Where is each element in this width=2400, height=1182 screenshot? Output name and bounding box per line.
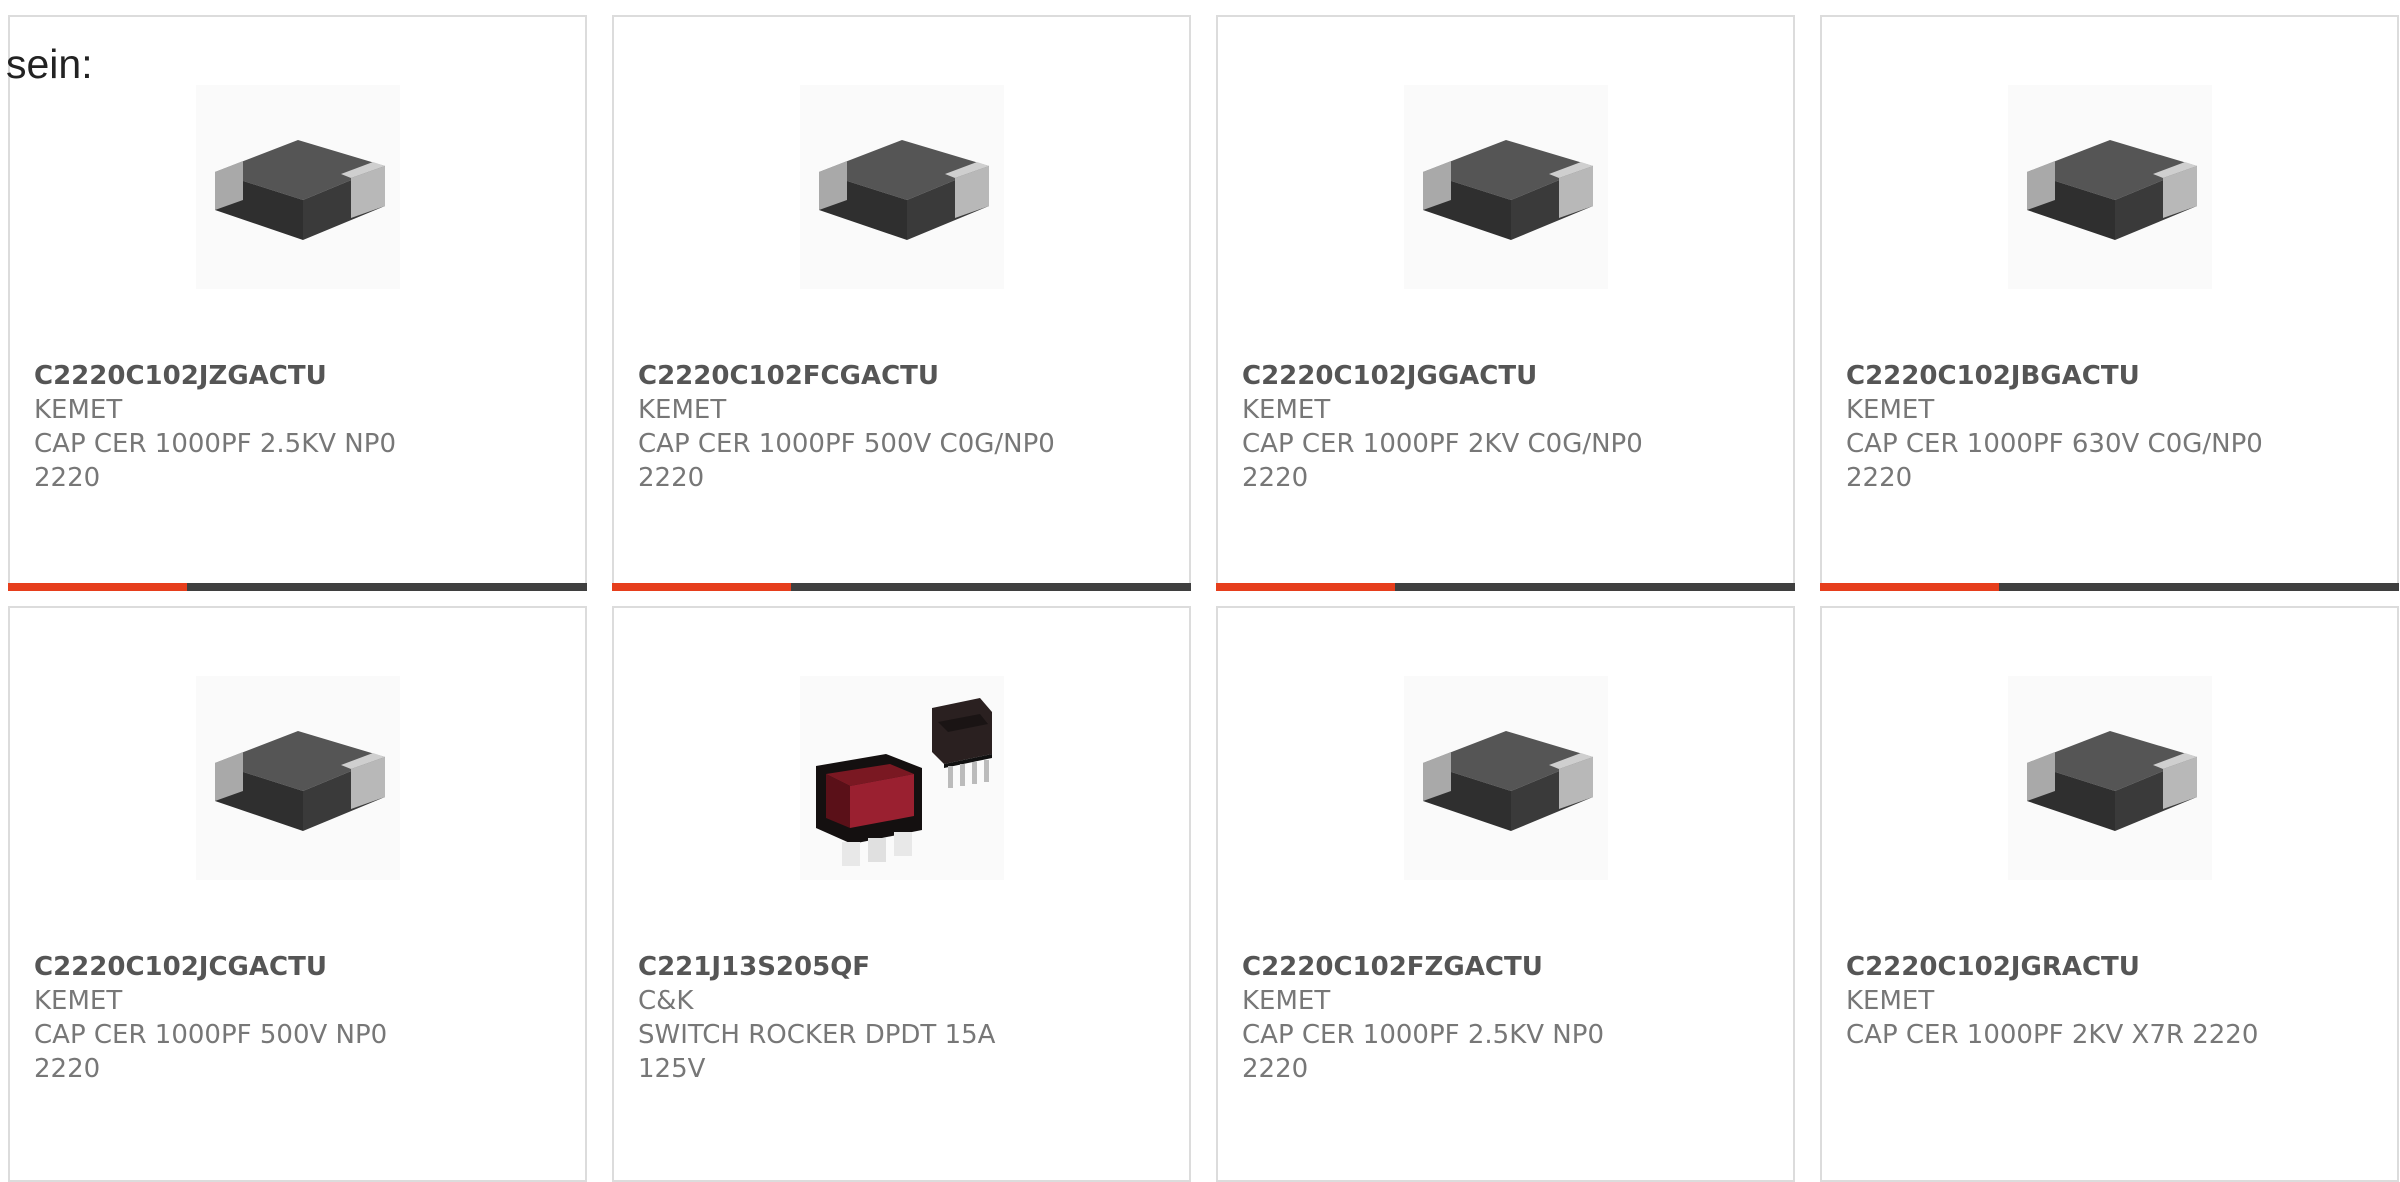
product-image <box>196 676 400 880</box>
ceramic-capacitor-icon <box>215 140 385 240</box>
manufacturer: KEMET <box>1846 986 1935 1016</box>
manufacturer: KEMET <box>1242 986 1331 1016</box>
progress-fill <box>612 583 792 591</box>
manufacturer: KEMET <box>34 986 123 1016</box>
product-image <box>1404 676 1608 880</box>
part-number: C2220C102FCGACTU <box>638 361 940 391</box>
manufacturer: KEMET <box>1242 395 1331 425</box>
part-number: C2220C102JZGACTU <box>34 361 327 391</box>
manufacturer: KEMET <box>34 395 123 425</box>
product-image <box>196 85 400 289</box>
manufacturer: C&K <box>638 986 694 1016</box>
progress-bar <box>1216 583 1795 591</box>
manufacturer: KEMET <box>638 395 727 425</box>
product-card[interactable]: C2220C102JGRACTU KEMET CAP CER 1000PF 2K… <box>1820 606 2399 1182</box>
product-card[interactable]: C2220C102FZGACTU KEMET CAP CER 1000PF 2.… <box>1216 606 1795 1182</box>
part-number: C2220C102FZGACTU <box>1242 952 1543 982</box>
product-card[interactable]: C2220C102FCGACTU KEMET CAP CER 1000PF 50… <box>612 15 1191 591</box>
manufacturer: KEMET <box>1846 395 1935 425</box>
ceramic-capacitor-icon <box>215 731 385 831</box>
ceramic-capacitor-icon <box>1423 140 1593 240</box>
product-image <box>800 676 1004 880</box>
ceramic-capacitor-icon <box>819 140 989 240</box>
product-image <box>1404 85 1608 289</box>
part-number: C221J13S205QF <box>638 952 871 982</box>
ceramic-capacitor-icon <box>1423 731 1593 831</box>
product-grid: C2220C102JZGACTU KEMET CAP CER 1000PF 2.… <box>8 15 2399 1182</box>
rocker-switch-icon <box>816 698 992 866</box>
progress-bar <box>612 583 1191 591</box>
progress-fill <box>1216 583 1396 591</box>
part-number: C2220C102JGGACTU <box>1242 361 1538 391</box>
description: SWITCH ROCKER DPDT 15A 125V <box>638 1020 996 1084</box>
part-number: C2220C102JBGACTU <box>1846 361 2140 391</box>
progress-fill <box>1820 583 2000 591</box>
description: CAP CER 1000PF 2KV X7R 2220 <box>1846 1020 2259 1050</box>
intro-text: sein: <box>6 41 93 87</box>
part-number: C2220C102JCGACTU <box>34 952 327 982</box>
description: CAP CER 1000PF 2.5KV NP0 2220 <box>1242 1020 1604 1084</box>
description: CAP CER 1000PF 2KV C0G/NP0 2220 <box>1242 429 1643 493</box>
progress-bar <box>8 583 587 591</box>
part-number: C2220C102JGRACTU <box>1846 952 2140 982</box>
product-card[interactable]: C221J13S205QF C&K SWITCH ROCKER DPDT 15A… <box>612 606 1191 1182</box>
product-card[interactable]: C2220C102JGGACTU KEMET CAP CER 1000PF 2K… <box>1216 15 1795 591</box>
product-card[interactable]: C2220C102JZGACTU KEMET CAP CER 1000PF 2.… <box>8 15 587 591</box>
description: CAP CER 1000PF 630V C0G/NP0 2220 <box>1846 429 2263 493</box>
ceramic-capacitor-icon <box>2027 140 2197 240</box>
product-image <box>800 85 1004 289</box>
progress-fill <box>8 583 188 591</box>
product-image <box>2008 676 2212 880</box>
progress-bar <box>1820 583 2399 591</box>
ceramic-capacitor-icon <box>2027 731 2197 831</box>
description: CAP CER 1000PF 500V C0G/NP0 2220 <box>638 429 1055 493</box>
product-card[interactable]: C2220C102JBGACTU KEMET CAP CER 1000PF 63… <box>1820 15 2399 591</box>
product-image <box>2008 85 2212 289</box>
description: CAP CER 1000PF 2.5KV NP0 2220 <box>34 429 396 493</box>
description: CAP CER 1000PF 500V NP0 2220 <box>34 1020 388 1084</box>
product-card[interactable]: C2220C102JCGACTU KEMET CAP CER 1000PF 50… <box>8 606 587 1182</box>
